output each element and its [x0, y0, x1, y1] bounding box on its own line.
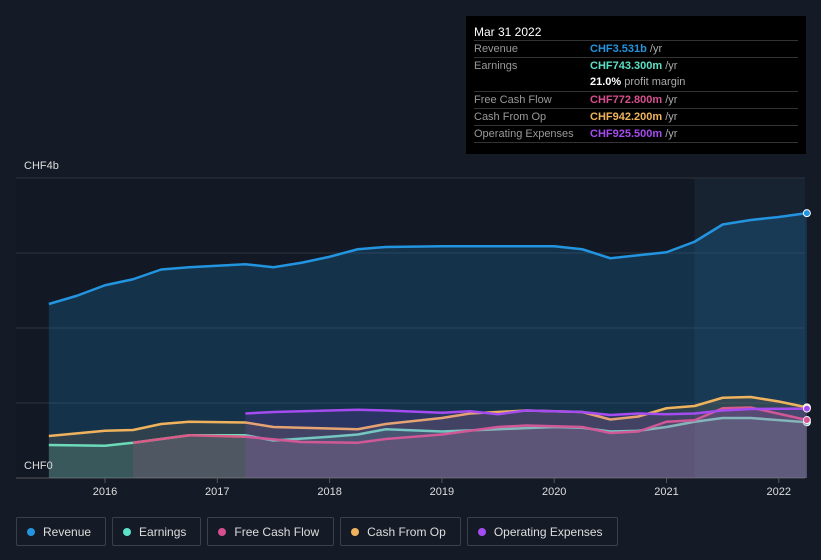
x-tick-label: 2017	[205, 486, 229, 498]
tooltip: Mar 31 2022 Revenue CHF3.531b /yr Earnings…	[466, 16, 806, 154]
tooltip-unit: profit margin	[621, 76, 686, 88]
legend-label: Operating Expenses	[493, 524, 603, 539]
tooltip-row: Cash From Op CHF942.200m /yr	[474, 108, 798, 126]
tooltip-value: CHF942.200m /yr	[590, 109, 677, 126]
tooltip-amount: 21.0%	[590, 76, 622, 88]
legend-item-earnings[interactable]: Earnings	[112, 517, 202, 546]
legend-dot-icon	[218, 527, 227, 536]
legend-dot-icon	[477, 527, 486, 536]
x-tick-label: 2020	[542, 486, 566, 498]
tooltip-label: Earnings	[474, 60, 518, 72]
tooltip-value: CHF772.800m /yr	[590, 92, 677, 109]
tooltip-row: Free Cash Flow CHF772.800m /yr	[474, 91, 798, 109]
x-tick-label: 2022	[767, 486, 791, 498]
tooltip-row: Revenue CHF3.531b /yr	[474, 40, 798, 58]
legend-item-cash-from-op[interactable]: Cash From Op	[340, 517, 461, 546]
tooltip-unit: /yr	[662, 111, 678, 123]
legend-item-free-cash-flow[interactable]: Free Cash Flow	[207, 517, 335, 546]
legend: Revenue Earnings Free Cash Flow Cash From O…	[16, 517, 618, 546]
tooltip-amount: CHF3.531b	[590, 43, 647, 55]
tooltip-date: Mar 31 2022	[474, 25, 542, 39]
legend-label: Cash From Op	[367, 524, 446, 539]
legend-dot-icon	[123, 527, 132, 536]
tooltip-row: Earnings CHF743.300m /yr	[474, 57, 798, 75]
legend-item-revenue[interactable]: Revenue	[16, 517, 107, 546]
tooltip-unit: /yr	[662, 60, 678, 72]
tooltip-value: CHF743.300m /yr	[590, 58, 677, 75]
tooltip-label: Free Cash Flow	[474, 94, 552, 106]
revenue-end-point[interactable]	[802, 209, 811, 218]
tooltip-unit: /yr	[646, 43, 663, 55]
tooltip-unit: /yr	[662, 128, 678, 140]
legend-label: Free Cash Flow	[234, 524, 320, 539]
tooltip-amount: CHF743.300m	[590, 60, 663, 72]
legend-dot-icon	[27, 527, 35, 536]
tooltip-label: Cash From Op	[474, 111, 547, 123]
tooltip-value: CHF3.531b /yr	[590, 41, 662, 58]
tooltip-value: CHF925.500m /yr	[590, 126, 677, 143]
x-tick-label: 2019	[430, 486, 454, 498]
x-tick-label: 2018	[317, 486, 341, 498]
tooltip-amount: CHF772.800m	[590, 94, 663, 106]
tooltip-value: 21.0% profit margin	[590, 74, 685, 91]
legend-label: Revenue	[43, 524, 92, 539]
tooltip-label: Operating Expenses	[474, 128, 574, 140]
tooltip-amount: CHF942.200m	[590, 111, 663, 123]
tooltip-label: Revenue	[474, 43, 519, 55]
divider	[474, 142, 798, 160]
y-label-top: CHF4b	[24, 160, 59, 172]
tooltip-row: Operating Expenses CHF925.500m /yr	[474, 125, 798, 143]
tooltip-unit: /yr	[662, 94, 678, 106]
legend-item-operating-expenses[interactable]: Operating Expenses	[466, 517, 618, 546]
x-tick-label: 2016	[93, 486, 117, 498]
y-label-bottom: CHF0	[24, 460, 53, 472]
legend-label: Earnings	[139, 524, 187, 539]
legend-dot-icon	[351, 527, 360, 536]
tooltip-row: 21.0% profit margin	[474, 74, 798, 91]
operating-expenses-area	[245, 408, 807, 478]
tooltip-amount: CHF925.500m	[590, 128, 663, 140]
x-tick-label: 2021	[654, 486, 678, 498]
operating-expenses-end-point[interactable]	[802, 404, 811, 413]
